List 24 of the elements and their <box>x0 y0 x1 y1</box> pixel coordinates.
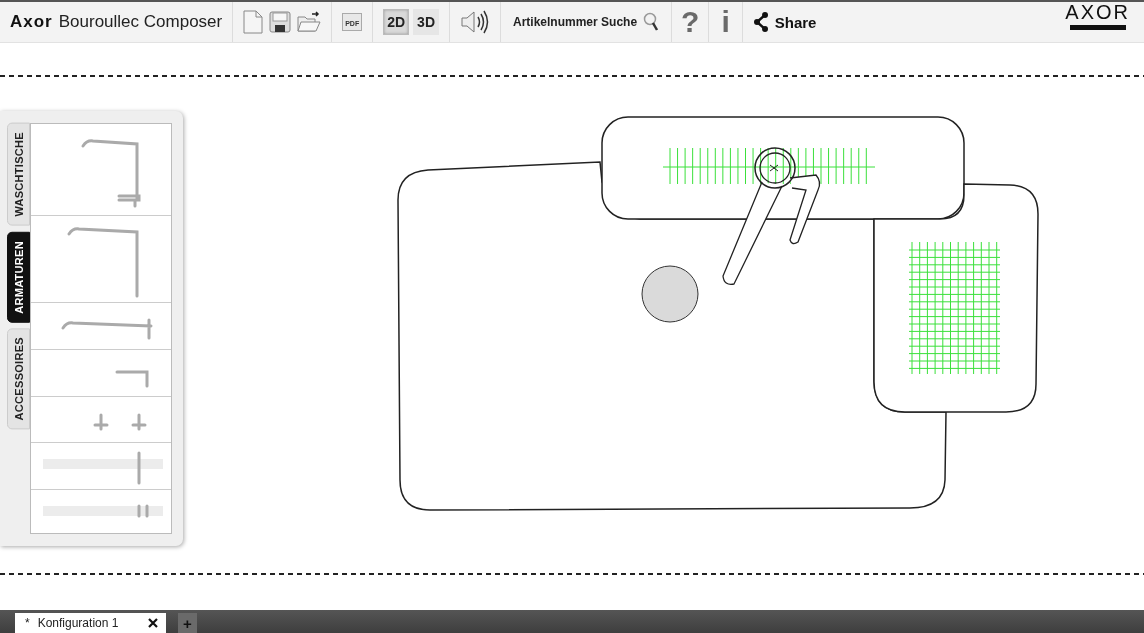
share-icon <box>752 12 769 32</box>
share-button[interactable]: Share <box>752 12 817 32</box>
speaker-icon[interactable] <box>460 8 490 36</box>
view-mode-button[interactable]: 2D <box>383 9 410 35</box>
category-tab[interactable]: ARMATUREN <box>7 231 30 323</box>
close-icon[interactable] <box>148 618 158 628</box>
document-tab[interactable]: * Konfiguration 1 <box>15 613 166 633</box>
drain-icon <box>641 265 699 323</box>
open-folder-icon[interactable] <box>297 11 322 33</box>
save-icon[interactable] <box>269 11 292 33</box>
search-icon[interactable] <box>643 12 660 32</box>
article-search-label[interactable]: Artikelnummer Suche <box>513 15 638 29</box>
unsaved-marker: * <box>25 616 30 630</box>
category-tab[interactable]: ACCESSOIRES <box>7 328 30 430</box>
info-icon[interactable]: i <box>721 7 730 37</box>
category-tab[interactable]: WASCHTISCHE <box>7 123 30 226</box>
faucet-drawing[interactable] <box>722 147 821 285</box>
app-title: Bouroullec Composer <box>58 12 223 32</box>
brand-logo: AXOR <box>1065 2 1144 42</box>
help-icon[interactable]: ? <box>681 7 700 37</box>
view-mode-button[interactable]: 3D <box>413 9 439 35</box>
document-tab-label: Konfiguration 1 <box>37 616 120 630</box>
app-brand: Axor <box>10 12 53 32</box>
new-document-icon[interactable] <box>243 10 264 34</box>
